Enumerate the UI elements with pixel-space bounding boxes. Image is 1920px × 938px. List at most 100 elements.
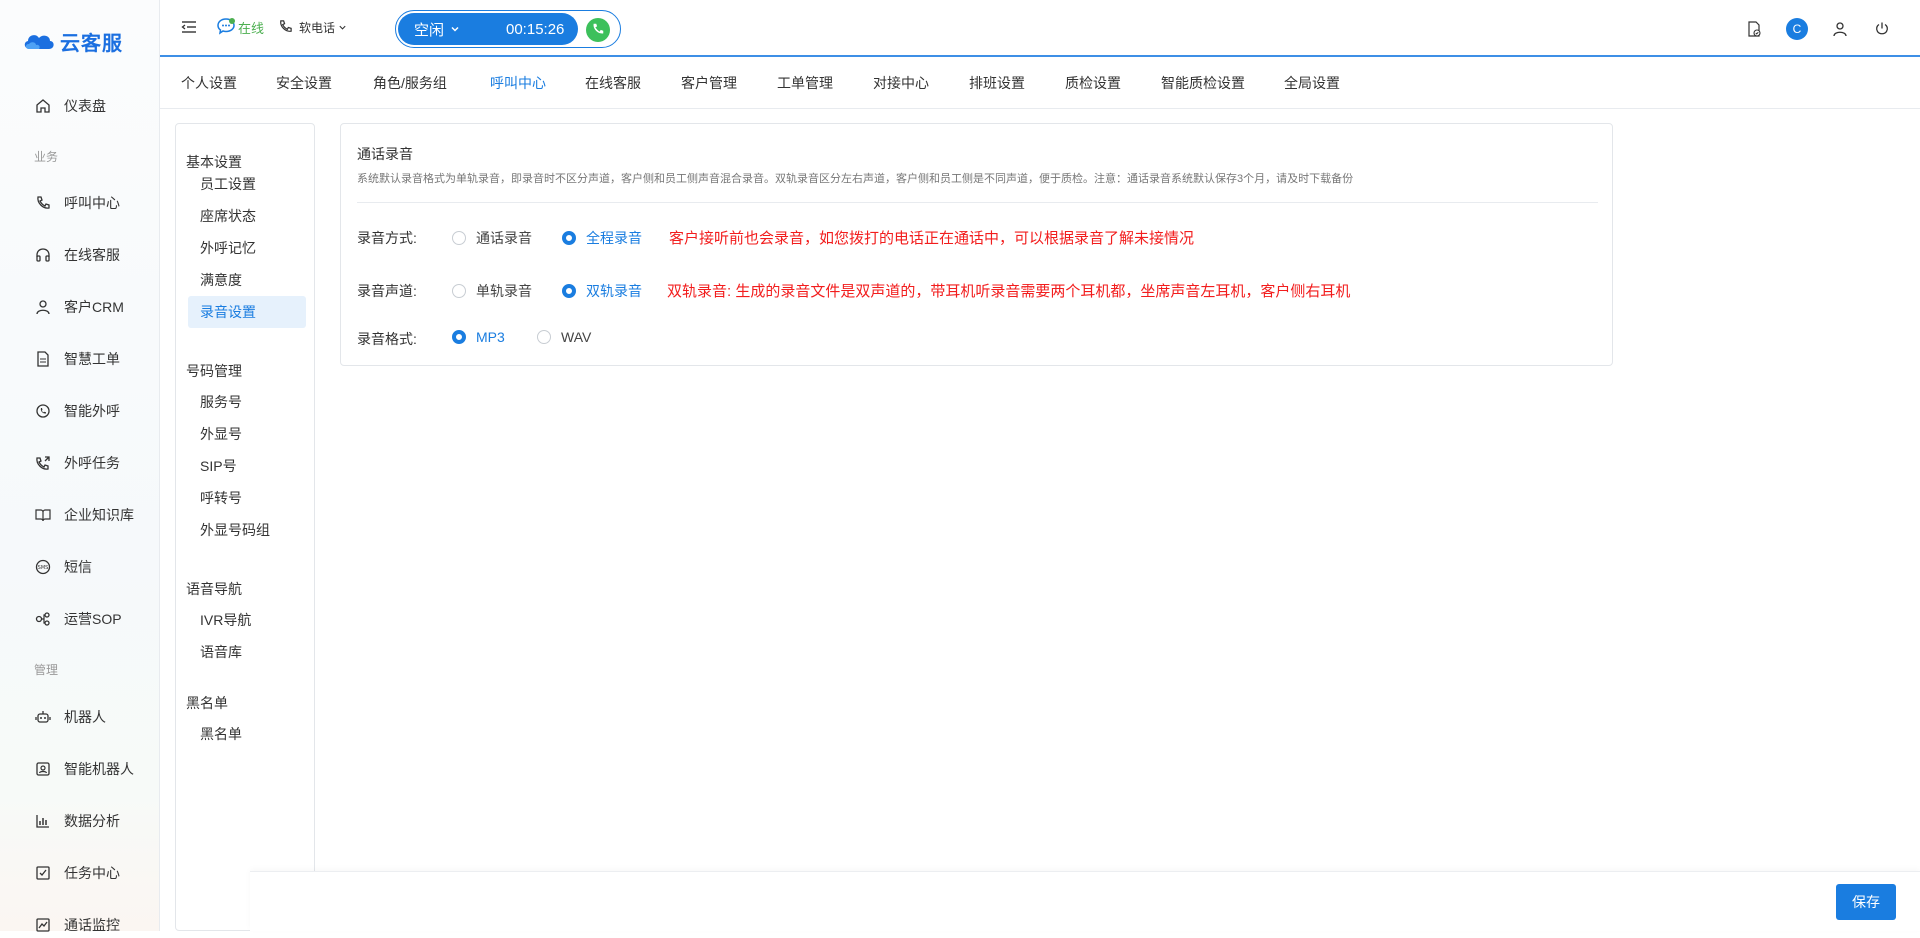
sidebar-item-sop[interactable]: 运营SOP	[34, 606, 122, 632]
menu-item-satisfaction[interactable]: 满意度	[188, 264, 306, 296]
recording-format-label: 录音格式:	[357, 331, 417, 347]
sidebar-item-robot[interactable]: 机器人	[34, 704, 106, 730]
sidebar-item-label: 呼叫中心	[64, 195, 120, 211]
radio-wav[interactable]: WAV	[537, 329, 591, 345]
save-button[interactable]: 保存	[1836, 884, 1896, 920]
radio-label: 双轨录音	[586, 283, 642, 299]
radio-label: 单轨录音	[476, 283, 532, 299]
sidebar-item-label: 智慧工单	[64, 351, 120, 367]
phone-call-icon	[591, 22, 605, 39]
sidebar-item-call-monitor[interactable]: 通话监控	[34, 912, 120, 938]
phone-forward-icon	[34, 454, 52, 472]
tab-roles-service-groups[interactable]: 角色/服务组	[373, 73, 447, 93]
avatar[interactable]: C	[1786, 18, 1808, 40]
menu-item-seat-status[interactable]: 座席状态	[188, 200, 306, 232]
user-icon	[34, 298, 52, 316]
agent-status[interactable]: 在线 软电话	[216, 17, 347, 38]
footer-bar: 保存	[250, 871, 1920, 931]
file-check-icon[interactable]	[1744, 19, 1764, 39]
chat-bubble-icon	[216, 17, 236, 38]
phone-type-select[interactable]: 软电话	[278, 19, 347, 37]
monitor-chart-icon	[34, 916, 52, 934]
menu-group-voice-navigation: 语音导航	[186, 581, 242, 597]
radio-circle	[562, 231, 576, 245]
menu-item-voice-library[interactable]: 语音库	[188, 636, 306, 668]
radio-label: MP3	[476, 329, 505, 345]
recording-channel-label: 录音声道:	[357, 283, 417, 299]
radio-dual-track[interactable]: 双轨录音	[562, 281, 642, 301]
menu-item-service-number[interactable]: 服务号	[188, 386, 306, 418]
sidebar-item-smart-outbound[interactable]: 智能外呼	[34, 398, 120, 424]
sidebar-item-work-order[interactable]: 智慧工单	[34, 346, 120, 372]
sidebar-item-label: 外呼任务	[64, 455, 120, 471]
sidebar-item-label: 任务中心	[64, 865, 120, 881]
panel-title: 通话录音	[357, 146, 413, 162]
menu-group-number-management: 号码管理	[186, 363, 242, 379]
panel-description: 系统默认录音格式为单轨录音，即录音时不区分声道，客户侧和员工侧声音混合录音。双轨…	[357, 173, 1354, 185]
tab-quality-settings[interactable]: 质检设置	[1065, 73, 1121, 93]
tab-security-settings[interactable]: 安全设置	[276, 73, 332, 93]
menu-item-sip-number[interactable]: SIP号	[188, 450, 306, 482]
recording-mode-label: 录音方式:	[357, 230, 417, 246]
whatsapp-icon	[34, 402, 52, 420]
sidebar-item-label: 机器人	[64, 709, 106, 725]
tab-online-service[interactable]: 在线客服	[585, 73, 641, 93]
sidebar-item-smart-robot[interactable]: 智能机器人	[34, 756, 134, 782]
radio-call-recording[interactable]: 通话录音	[452, 228, 532, 248]
sidebar-item-task-center[interactable]: 任务中心	[34, 860, 120, 886]
user-icon[interactable]	[1830, 19, 1850, 39]
menu-item-recording-settings[interactable]: 录音设置	[188, 296, 306, 328]
menu-item-blacklist[interactable]: 黑名单	[188, 718, 306, 750]
radio-full-recording[interactable]: 全程录音	[562, 228, 642, 248]
tab-integration-center[interactable]: 对接中心	[873, 73, 929, 93]
home-icon	[34, 97, 52, 115]
tab-call-center[interactable]: 呼叫中心	[490, 73, 546, 93]
sidebar-item-data-analysis[interactable]: 数据分析	[34, 808, 120, 834]
smart-robot-icon	[34, 760, 52, 778]
menu-item-display-number[interactable]: 外显号	[188, 418, 306, 450]
phone-type-label: 软电话	[299, 21, 336, 35]
sidebar-item-crm[interactable]: 客户CRM	[34, 294, 124, 320]
bar-chart-icon	[34, 812, 52, 830]
sidebar-item-dashboard[interactable]: 仪表盘	[34, 93, 106, 119]
menu-collapse-icon[interactable]	[180, 18, 198, 36]
menu-item-forward-number[interactable]: 呼转号	[188, 482, 306, 514]
tab-smart-quality-settings[interactable]: 智能质检设置	[1161, 73, 1245, 93]
menu-item-outbound-memory[interactable]: 外呼记忆	[188, 232, 306, 264]
tab-global-settings[interactable]: 全局设置	[1284, 73, 1340, 93]
radio-circle	[452, 284, 466, 298]
sidebar-item-label: 企业知识库	[64, 507, 134, 523]
sidebar-item-outbound-task[interactable]: 外呼任务	[34, 450, 120, 476]
sidebar-item-call-center[interactable]: 呼叫中心	[34, 190, 120, 216]
power-icon[interactable]	[1872, 19, 1892, 39]
sidebar-item-knowledge-base[interactable]: 企业知识库	[34, 502, 134, 528]
sidebar: 云客服 仪表盘 业务 呼叫中心 在线客服 客户CRM 智慧工单 智能外呼 外呼任…	[0, 0, 160, 933]
radio-circle	[452, 330, 466, 344]
sidebar-item-sms[interactable]: SMS 短信	[34, 554, 92, 580]
top-right-tools: C	[1744, 18, 1892, 40]
tab-scheduling-settings[interactable]: 排班设置	[969, 73, 1025, 93]
tab-personal-settings[interactable]: 个人设置	[181, 73, 237, 93]
sidebar-item-label: 短信	[64, 559, 92, 575]
menu-item-display-number-group[interactable]: 外显号码组	[188, 514, 306, 546]
svg-text:SMS: SMS	[38, 565, 49, 571]
tab-work-order-management[interactable]: 工单管理	[777, 73, 833, 93]
tab-customer-management[interactable]: 客户管理	[681, 73, 737, 93]
radio-single-track[interactable]: 单轨录音	[452, 281, 532, 301]
menu-item-employee-settings[interactable]: 员工设置	[188, 168, 306, 200]
flow-icon	[34, 610, 52, 628]
call-timer: 00:15:26	[506, 20, 565, 38]
call-state-dropdown[interactable]: 空闲	[414, 19, 460, 40]
sidebar-item-online-service[interactable]: 在线客服	[34, 242, 120, 268]
sms-icon: SMS	[34, 558, 52, 576]
settings-tabs: 个人设置 安全设置 角色/服务组 呼叫中心 在线客服 客户管理 工单管理 对接中…	[160, 59, 1920, 109]
checkbox-icon	[34, 864, 52, 882]
radio-mp3[interactable]: MP3	[452, 329, 505, 345]
dial-button[interactable]	[586, 18, 610, 42]
app-name: 云客服	[60, 32, 123, 55]
sidebar-item-label: 客户CRM	[64, 299, 124, 315]
menu-item-ivr-navigation[interactable]: IVR导航	[188, 604, 306, 636]
book-icon	[34, 506, 52, 524]
recording-channel-note: 双轨录音: 生成的录音文件是双声道的，带耳机听录音需要两个耳机都，坐席声音左耳机…	[667, 283, 1351, 300]
app-logo[interactable]: 云客服	[22, 26, 123, 56]
